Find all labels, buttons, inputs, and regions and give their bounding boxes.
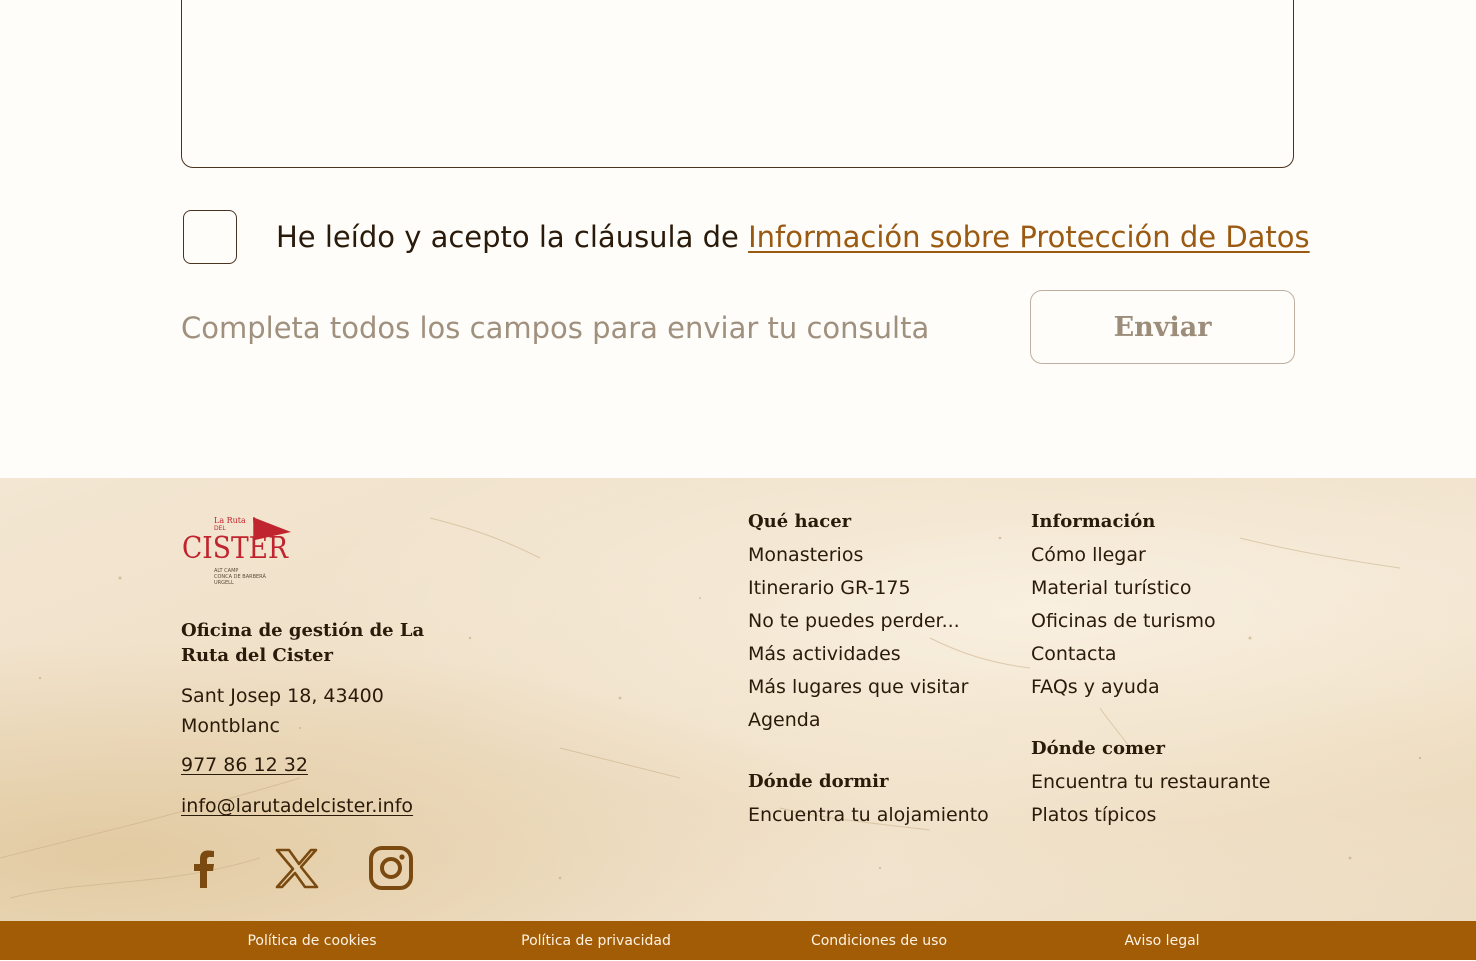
privacy-policy-link[interactable]: Información sobre Protección de Datos — [748, 220, 1310, 254]
footer-link-no-te-puedes-perder[interactable]: No te puedes perder... — [748, 608, 960, 634]
footer-link-faqs[interactable]: FAQs y ayuda — [1031, 674, 1160, 700]
footer-link-monasterios[interactable]: Monasterios — [748, 542, 863, 568]
phone-link[interactable]: 977 86 12 32 — [181, 752, 308, 778]
address-line-2: Montblanc — [181, 715, 280, 737]
footer-link-oficinas-turismo[interactable]: Oficinas de turismo — [1031, 608, 1216, 634]
footer-link-contacta[interactable]: Contacta — [1031, 641, 1117, 667]
legal-notice-link[interactable]: Aviso legal — [1124, 921, 1199, 960]
footer-link-alojamiento[interactable]: Encuentra tu alojamiento — [748, 802, 989, 828]
donde-comer-heading: Dónde comer — [1031, 738, 1165, 759]
consent-label: He leído y acepto la cláusula de Informa… — [276, 217, 1310, 257]
cookies-policy-link[interactable]: Política de cookies — [247, 921, 376, 960]
donde-dormir-heading: Dónde dormir — [748, 771, 889, 792]
form-hint: Completa todos los campos para enviar tu… — [181, 311, 930, 345]
footer-link-restaurante[interactable]: Encuentra tu restaurante — [1031, 769, 1271, 795]
footer-link-material-turistico[interactable]: Material turístico — [1031, 575, 1192, 601]
informacion-heading: Información — [1031, 511, 1156, 532]
x-icon[interactable] — [272, 844, 320, 892]
office-title: Oficina de gestión de La Ruta del Cister — [181, 620, 425, 666]
logo-sub-2: CONCA DE BARBERÀ — [214, 573, 266, 580]
que-hacer-heading: Qué hacer — [748, 511, 852, 532]
logo-text-top: La Ruta — [214, 516, 246, 525]
footer-link-platos-tipicos[interactable]: Platos típicos — [1031, 802, 1156, 828]
instagram-icon[interactable] — [367, 844, 415, 892]
logo-sub-3: URGELL — [214, 580, 234, 586]
footer-link-agenda[interactable]: Agenda — [748, 707, 821, 733]
contact-form: He leído y acepto la cláusula de Informa… — [0, 0, 1476, 478]
footer-link-mas-actividades[interactable]: Más actividades — [748, 641, 901, 667]
consent-text: He leído y acepto la cláusula de — [276, 220, 749, 254]
logo-text-name: CISTER — [182, 531, 289, 566]
message-textarea[interactable] — [181, 0, 1294, 168]
footer-link-como-llegar[interactable]: Cómo llegar — [1031, 542, 1146, 568]
legal-bar: Política de cookies Política de privacid… — [0, 921, 1476, 960]
terms-of-use-link[interactable]: Condiciones de uso — [811, 921, 947, 960]
footer-link-mas-lugares[interactable]: Más lugares que visitar — [748, 674, 968, 700]
address: Sant Josep 18, 43400 Montblanc — [181, 681, 384, 741]
address-line-1: Sant Josep 18, 43400 — [181, 685, 384, 707]
footer-link-itinerario[interactable]: Itinerario GR-175 — [748, 575, 911, 601]
send-button[interactable]: Enviar — [1030, 290, 1295, 364]
email-link[interactable]: info@larutadelcister.info — [181, 793, 413, 819]
la-ruta-del-cister-logo: La Ruta DEL CISTER ALT CAMP CONCA DE BAR… — [182, 516, 291, 586]
privacy-checkbox[interactable] — [183, 210, 237, 264]
privacy-policy-footer-link[interactable]: Política de privacidad — [521, 921, 671, 960]
facebook-icon[interactable] — [180, 844, 228, 892]
site-footer: La Ruta DEL CISTER ALT CAMP CONCA DE BAR… — [0, 478, 1476, 921]
